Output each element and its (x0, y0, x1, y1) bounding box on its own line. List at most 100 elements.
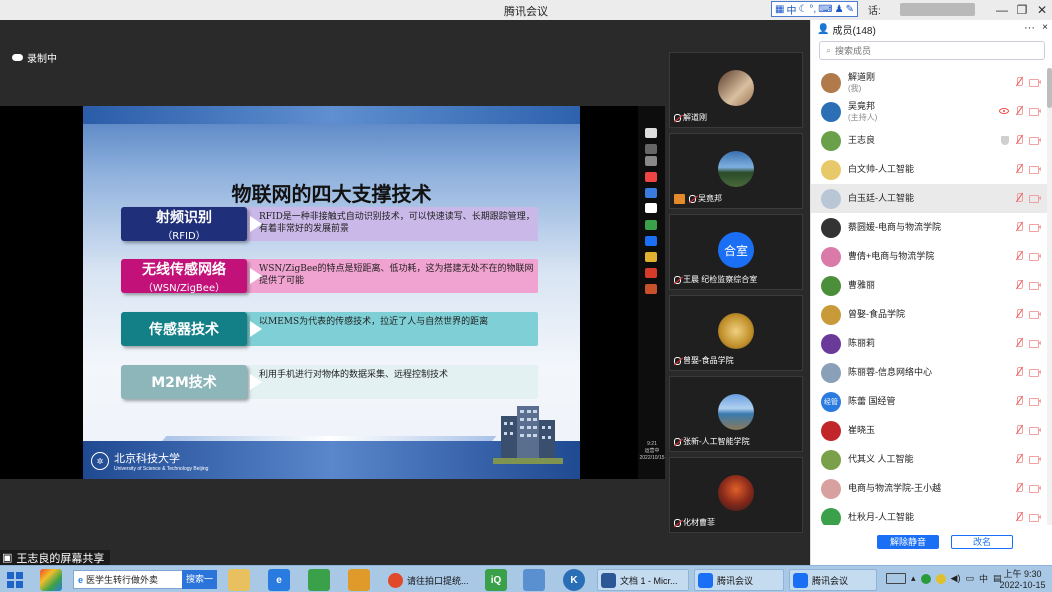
mic-muted-icon[interactable] (1015, 164, 1023, 174)
scrollbar-thumb[interactable] (1047, 68, 1052, 108)
list-item[interactable]: 陈丽蓉-信息网络中心 (811, 358, 1047, 387)
network-icon[interactable]: ▭ (965, 573, 974, 584)
input-lang-label[interactable]: 中 (979, 572, 988, 585)
windows-start-icon[interactable] (7, 572, 23, 588)
mic-muted-icon[interactable] (1015, 193, 1023, 203)
camera-off-icon[interactable] (1029, 252, 1041, 261)
video-tile[interactable]: 解道刚 (669, 52, 803, 128)
camera-off-icon[interactable] (1029, 223, 1041, 232)
list-item[interactable]: 曹倩+电商与物流学院 (811, 242, 1047, 271)
list-item[interactable]: 吴竟邦 (主持人) (811, 97, 1047, 126)
mic-muted-icon[interactable] (1015, 309, 1023, 319)
member-search-box[interactable]: ⌕ (819, 41, 1045, 60)
rename-button[interactable]: 改名 (951, 535, 1013, 549)
members-panel: 👤 成员(148) ··· × ⌕ 解道刚(我) 吴竟邦(主持人) 王志良 白文… (810, 20, 1052, 565)
mic-muted-icon[interactable] (1015, 396, 1023, 406)
restore-button[interactable]: ❐ (1012, 1, 1032, 19)
camera-off-icon[interactable] (1029, 194, 1041, 203)
video-tile[interactable]: 化材曹菲 (669, 457, 803, 533)
camera-off-icon[interactable] (1029, 368, 1041, 377)
camera-off-icon[interactable] (1029, 281, 1041, 290)
mic-muted-icon[interactable] (1015, 280, 1023, 290)
mic-muted-icon[interactable] (1015, 512, 1023, 522)
list-item[interactable]: 解道刚 (我) (811, 68, 1047, 97)
folder-icon[interactable] (228, 569, 250, 591)
mic-muted-icon[interactable] (1015, 338, 1023, 348)
mic-muted-icon[interactable] (1015, 367, 1023, 377)
member-search-input[interactable] (835, 45, 1026, 56)
keyboard-icon[interactable]: ⌨ (818, 4, 832, 15)
taskbar-search-box[interactable]: e 医学生转行做外卖 (73, 570, 183, 589)
mic-muted-icon[interactable] (1015, 454, 1023, 464)
volume-icon[interactable]: ◀) (951, 573, 961, 584)
list-item[interactable]: 曹雅丽 (811, 271, 1047, 300)
ie-icon[interactable]: e (268, 569, 290, 591)
list-item[interactable]: 曾娶-食品学院 (811, 300, 1047, 329)
user-icon[interactable]: ♟ (835, 4, 844, 15)
iqiyi-icon[interactable]: iQ (485, 569, 507, 591)
moon-icon[interactable]: ☾ (798, 4, 807, 15)
video-tile[interactable]: 张新-人工智能学院 (669, 376, 803, 452)
more-options-button[interactable]: ··· (1024, 22, 1035, 34)
list-item[interactable]: 杜秋月-人工智能 (811, 503, 1047, 525)
ime-toolbar[interactable]: ▦ 中 ☾ °, ⌨ ♟ ✎ (771, 1, 858, 17)
camera-off-icon[interactable] (1029, 165, 1041, 174)
keyboard-icon[interactable] (886, 573, 906, 584)
ime-lang-label[interactable]: 中 (786, 2, 796, 17)
list-item[interactable]: 代其义 人工智能 (811, 445, 1047, 474)
taskbar-item[interactable]: 腾讯会议 (789, 569, 877, 591)
video-tile[interactable]: 曾娶-食品学院 (669, 295, 803, 371)
video-tile[interactable]: 合室 王晨 纪检监察综合室 (669, 214, 803, 290)
taskbar-item[interactable]: 腾讯会议 (694, 569, 784, 591)
list-item[interactable]: 崔晓玉 (811, 416, 1047, 445)
clock[interactable]: 上午 9:30 2022-10-15 (995, 569, 1050, 591)
app-icon[interactable] (40, 569, 62, 591)
mic-muted-icon[interactable] (1015, 222, 1023, 232)
ime-grid-icon[interactable]: ▦ (775, 4, 784, 15)
mic-muted-icon[interactable] (1015, 483, 1023, 493)
camera-off-icon[interactable] (1029, 455, 1041, 464)
list-item[interactable]: 陈丽莉 (811, 329, 1047, 358)
video-tile[interactable]: 吴竟邦 (669, 133, 803, 209)
punct-icon[interactable]: °, (809, 4, 816, 15)
camera-off-icon[interactable] (1029, 107, 1041, 116)
member-list-scrollbar[interactable] (1047, 68, 1052, 525)
mic-muted-icon[interactable] (1015, 251, 1023, 261)
camera-off-icon[interactable] (1029, 426, 1041, 435)
list-item[interactable]: 王志良 (811, 126, 1047, 155)
app-icon[interactable] (308, 569, 330, 591)
wrench-icon[interactable]: ✎ (846, 4, 854, 15)
unmute-all-button[interactable]: 解除静音 (877, 535, 939, 549)
camera-off-icon[interactable] (1029, 513, 1041, 522)
list-item[interactable]: 经管 陈蕾 国经管 (811, 387, 1047, 416)
mic-muted-icon[interactable] (1015, 77, 1023, 87)
list-item[interactable]: 白玉廷-人工智能 (811, 184, 1047, 213)
slide-title: 物联网的四大支撑技术 (231, 182, 432, 206)
close-button[interactable]: ✕ (1032, 1, 1052, 19)
recording-indicator[interactable]: 录制中 (12, 50, 57, 65)
camera-off-icon[interactable] (1029, 484, 1041, 493)
eye-icon[interactable] (999, 108, 1009, 114)
taskbar-item[interactable]: 请往拍口提统... (385, 569, 480, 591)
camera-off-icon[interactable] (1029, 78, 1041, 87)
search-button[interactable]: 搜索一下 (182, 570, 217, 589)
app-icon[interactable] (523, 569, 545, 591)
app-tray-icon[interactable] (920, 573, 931, 584)
minimize-button[interactable]: — (992, 1, 1012, 19)
mic-muted-icon[interactable] (1015, 425, 1023, 435)
mic-muted-icon[interactable] (1015, 135, 1023, 145)
list-item[interactable]: 白文帅-人工智能 (811, 155, 1047, 184)
camera-off-icon[interactable] (1029, 310, 1041, 319)
taskbar-item[interactable]: 文档 1 - Micr... (597, 569, 689, 591)
arrow-up-icon[interactable]: ▴ (911, 573, 916, 584)
list-item[interactable]: 蔡圆媛-电商与物流学院 (811, 213, 1047, 242)
app-icon[interactable]: K (563, 569, 585, 591)
camera-off-icon[interactable] (1029, 136, 1041, 145)
app-tray-icon[interactable] (935, 573, 946, 584)
close-panel-button[interactable]: × (1042, 22, 1048, 33)
list-item[interactable]: 电商与物流学院-王小越 (811, 474, 1047, 503)
mic-muted-icon[interactable] (1015, 106, 1023, 116)
camera-off-icon[interactable] (1029, 339, 1041, 348)
app-icon[interactable] (348, 569, 370, 591)
camera-off-icon[interactable] (1029, 397, 1041, 406)
